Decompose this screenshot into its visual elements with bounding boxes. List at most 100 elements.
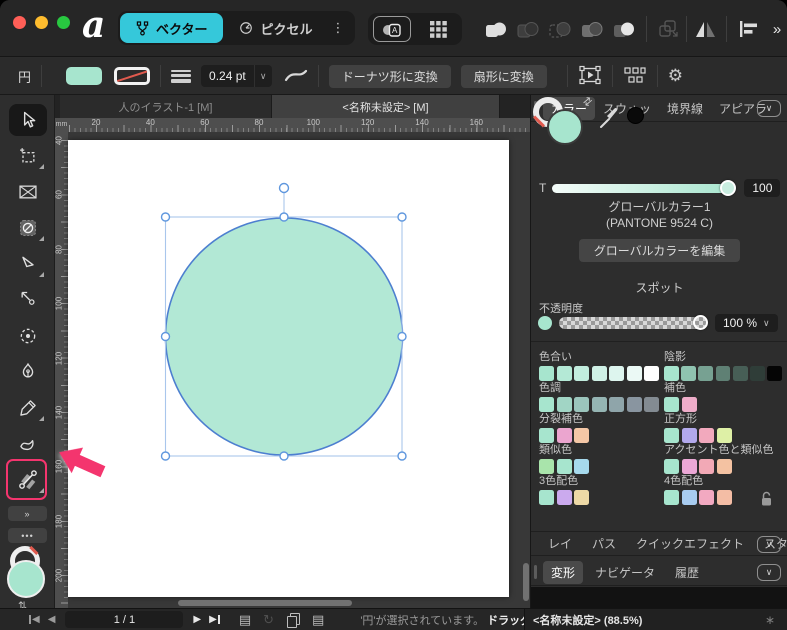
- panel-tab[interactable]: 履歴: [667, 561, 707, 584]
- global-color-name: グローバルカラー1: [531, 198, 787, 215]
- opacity-slider[interactable]: [559, 317, 707, 329]
- more-tools-button[interactable]: •••: [8, 528, 47, 543]
- page-list-icon[interactable]: ▤: [312, 612, 324, 628]
- move-tool[interactable]: [0, 102, 55, 138]
- tint-slider-knob[interactable]: [720, 180, 736, 196]
- panel-tab[interactable]: レイ: [540, 532, 580, 555]
- pressure-curve-icon[interactable]: [284, 67, 308, 86]
- subtract-icon[interactable]: [515, 18, 541, 40]
- toolbar-menu-button[interactable]: ⋮: [330, 14, 346, 42]
- swatch-group-label: 分裂補色: [539, 410, 664, 426]
- convert-selection-icon[interactable]: [578, 65, 602, 88]
- color-swatch[interactable]: [557, 490, 572, 505]
- first-page-button[interactable]: ◀: [28, 614, 40, 625]
- vertical-scrollbar[interactable]: [523, 563, 529, 601]
- vector-crop-tool[interactable]: [0, 174, 55, 210]
- style-picker-toggle-icon[interactable]: A: [373, 16, 411, 42]
- swatch-group: 補色: [664, 378, 782, 409]
- style-picker-tool[interactable]: [0, 210, 55, 246]
- persona-tab-pixel[interactable]: ピクセル: [223, 13, 328, 43]
- convert-to-pie-button[interactable]: 扇形に変換: [461, 65, 547, 88]
- chevron-down-icon[interactable]: ∨: [763, 318, 770, 329]
- pen-tool[interactable]: [0, 354, 55, 390]
- chevron-down-icon[interactable]: ∨: [254, 65, 272, 87]
- selection-handle[interactable]: [162, 213, 170, 221]
- gear-icon[interactable]: ⚙: [668, 66, 683, 86]
- horizontal-scrollbar[interactable]: [178, 600, 352, 606]
- page-indicator[interactable]: 1 / 1: [65, 611, 183, 628]
- previous-page-button[interactable]: ◀: [48, 614, 56, 625]
- unlock-icon[interactable]: [760, 491, 773, 512]
- separator: [160, 65, 161, 87]
- add-icon[interactable]: [483, 18, 509, 40]
- eyedropper-icon[interactable]: [599, 105, 621, 134]
- pages-view-icon[interactable]: ▤: [239, 612, 251, 628]
- selection-handle[interactable]: [162, 333, 170, 341]
- close-window-button[interactable]: [13, 16, 26, 29]
- color-swatch[interactable]: [574, 490, 589, 505]
- picked-color-dot[interactable]: [627, 107, 644, 124]
- rotation-handle[interactable]: [280, 184, 289, 193]
- color-swatch[interactable]: [717, 490, 732, 505]
- snapping-icon[interactable]: [623, 65, 647, 88]
- tint-value[interactable]: 100: [744, 179, 780, 197]
- panel-chevron-button[interactable]: ∨: [757, 536, 781, 553]
- selection-handle[interactable]: [280, 452, 288, 460]
- panel-tab[interactable]: パス: [584, 532, 624, 555]
- panel-chevron-button[interactable]: ∨: [757, 564, 781, 581]
- expand-tools-button[interactable]: »: [8, 506, 47, 521]
- node-tool[interactable]: [0, 246, 55, 282]
- panel-tab[interactable]: 変形: [543, 561, 583, 584]
- fill-color-swatch[interactable]: [66, 67, 102, 85]
- persona-tab-vector[interactable]: ベクター: [120, 13, 223, 43]
- color-swatch[interactable]: [699, 490, 714, 505]
- toolbar-separator: [686, 16, 687, 42]
- selection-handle[interactable]: [398, 452, 406, 460]
- fill-color-well[interactable]: [547, 109, 583, 145]
- circle-shape[interactable]: [166, 218, 403, 455]
- intersect-icon[interactable]: [547, 18, 573, 40]
- panel-drag-handle[interactable]: [534, 565, 537, 579]
- document-tab[interactable]: 人のイラスト-1 [M]: [60, 95, 272, 118]
- toolbar-more-chevron[interactable]: »: [764, 18, 787, 40]
- stroke-color-swatch[interactable]: [114, 67, 150, 85]
- artboard-tool[interactable]: [0, 138, 55, 174]
- next-page-button[interactable]: ▶: [193, 614, 201, 625]
- fill-color-well[interactable]: [7, 560, 45, 598]
- selection-handle[interactable]: [162, 452, 170, 460]
- panel-tab[interactable]: クイックエフェクト: [628, 532, 752, 555]
- minimize-window-button[interactable]: [35, 16, 48, 29]
- vertical-ruler: 406080100120140160180200: [55, 132, 68, 608]
- convert-to-donut-button[interactable]: ドーナツ形に変換: [329, 65, 451, 88]
- contour-tool[interactable]: [0, 282, 55, 318]
- stroke-lines-icon[interactable]: [171, 70, 191, 83]
- panel-tab[interactable]: ナビゲータ: [587, 561, 663, 584]
- stroke-width-field[interactable]: 0.24 pt ∨: [201, 65, 272, 87]
- vector-brush-tool[interactable]: [0, 426, 55, 462]
- swatch-group-label: 色調: [539, 379, 664, 395]
- zoom-window-button[interactable]: [57, 16, 70, 29]
- point-transform-tool[interactable]: [0, 318, 55, 354]
- edit-global-color-button[interactable]: グローバルカラーを編集: [579, 239, 740, 262]
- divide-icon[interactable]: [579, 18, 605, 40]
- align-icon[interactable]: [736, 18, 762, 40]
- vector-persona-icon: [136, 21, 149, 36]
- tab-stroke[interactable]: 境界線: [659, 97, 711, 120]
- tint-slider[interactable]: [552, 184, 734, 193]
- color-swatch[interactable]: [664, 490, 679, 505]
- grid-view-icon[interactable]: [419, 16, 457, 42]
- duplicate-page-icon[interactable]: [287, 613, 299, 626]
- last-page-button[interactable]: ▶: [209, 614, 221, 625]
- combine-icon[interactable]: [611, 18, 637, 40]
- selection-handle[interactable]: [398, 213, 406, 221]
- selection-handle[interactable]: [398, 333, 406, 341]
- opacity-value-dropdown[interactable]: 100 % ∨: [715, 314, 778, 332]
- flip-icon[interactable]: [693, 18, 719, 40]
- color-swatch[interactable]: [682, 490, 697, 505]
- document-tab-active[interactable]: <名称未設定> [M]: [272, 95, 500, 118]
- panel-chevron-button[interactable]: ∨: [757, 100, 781, 117]
- opacity-slider-knob[interactable]: [693, 315, 708, 330]
- selection-handle[interactable]: [280, 213, 288, 221]
- pencil-tool[interactable]: [0, 390, 55, 426]
- color-swatch[interactable]: [539, 490, 554, 505]
